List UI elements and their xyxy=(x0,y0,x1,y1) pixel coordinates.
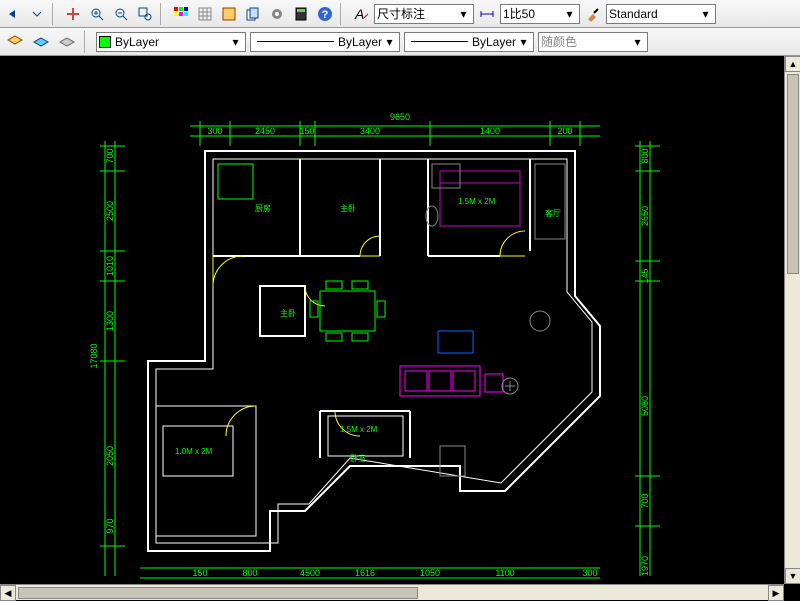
grid-icon[interactable] xyxy=(194,3,216,25)
scale-dropdown[interactable]: 1比50 ▾ xyxy=(500,4,580,24)
svg-text:主卧: 主卧 xyxy=(340,203,356,213)
lineweight-label: ByLayer xyxy=(472,35,516,49)
svg-text:客厅: 客厅 xyxy=(545,208,561,218)
dim-style-dropdown[interactable]: 尺寸标注 ▾ xyxy=(374,4,474,24)
svg-text:1.5M x 2M: 1.5M x 2M xyxy=(340,425,378,434)
layer-toolbar: ByLayer ▾ ByLayer ▾ ByLayer ▾ 随颜色 ▾ xyxy=(0,28,800,56)
svg-text:4500: 4500 xyxy=(300,568,320,578)
zoom-window-icon[interactable] xyxy=(134,3,156,25)
floorplan-svg: 9650 300 2450 150 3400 1400 200 150 800 … xyxy=(0,56,784,584)
svg-text:300: 300 xyxy=(207,126,222,136)
svg-text:2500: 2500 xyxy=(105,201,115,221)
layer-freeze-icon[interactable] xyxy=(30,31,52,53)
scroll-up-icon[interactable]: ▲ xyxy=(785,56,800,72)
linestyle-dropdown[interactable]: Standard ▾ xyxy=(606,4,716,24)
chevron-down-icon: ▾ xyxy=(698,7,713,21)
svg-text:厨房: 厨房 xyxy=(255,203,271,213)
color-swatch xyxy=(99,36,111,48)
svg-text:9650: 9650 xyxy=(390,112,410,122)
svg-text:700: 700 xyxy=(640,493,650,508)
palette-icon[interactable] xyxy=(170,3,192,25)
pan-icon[interactable] xyxy=(62,3,84,25)
chevron-down-icon: ▾ xyxy=(562,7,577,21)
horizontal-scrollbar[interactable]: ◀ ▶ xyxy=(0,584,784,600)
scroll-left-icon[interactable]: ◀ xyxy=(0,585,16,601)
svg-text:200: 200 xyxy=(557,126,572,136)
svg-text:A: A xyxy=(354,6,364,22)
undo-icon[interactable] xyxy=(2,3,24,25)
scroll-thumb[interactable] xyxy=(18,587,418,599)
svg-text:800: 800 xyxy=(640,148,650,163)
zoom-out-icon[interactable] xyxy=(110,3,132,25)
separator xyxy=(84,31,90,53)
chevron-down-icon: ▾ xyxy=(382,35,397,49)
layer-icon[interactable] xyxy=(4,31,26,53)
svg-text:150: 150 xyxy=(299,126,314,136)
calculator-icon[interactable] xyxy=(290,3,312,25)
svg-text:1400: 1400 xyxy=(480,126,500,136)
line-sample xyxy=(411,41,468,42)
svg-text:2450: 2450 xyxy=(255,126,275,136)
svg-text:1010: 1010 xyxy=(105,256,115,276)
linetype-label: ByLayer xyxy=(338,35,382,49)
linetype-dropdown[interactable]: ByLayer ▾ xyxy=(250,32,400,52)
scale-label: 1比50 xyxy=(503,5,535,22)
separator xyxy=(340,3,346,25)
svg-text:3400: 3400 xyxy=(360,126,380,136)
svg-text:主卧: 主卧 xyxy=(280,308,296,318)
svg-text:700: 700 xyxy=(105,148,115,163)
svg-text:2650: 2650 xyxy=(640,206,650,226)
scroll-thumb[interactable] xyxy=(787,74,799,274)
vertical-scrollbar[interactable]: ▲ ▼ xyxy=(784,56,800,584)
plot-color-label: 随颜色 xyxy=(541,33,577,50)
layer-color-dropdown[interactable]: ByLayer ▾ xyxy=(96,32,246,52)
svg-text:1050: 1050 xyxy=(420,568,440,578)
layer-off-icon[interactable] xyxy=(56,31,78,53)
chevron-down-icon: ▾ xyxy=(228,35,243,49)
chevron-down-icon: ▾ xyxy=(516,35,531,49)
svg-text:1970: 1970 xyxy=(640,556,650,576)
svg-text:1100: 1100 xyxy=(495,568,514,578)
redo-dropdown-icon[interactable] xyxy=(26,3,48,25)
properties-icon[interactable] xyxy=(218,3,240,25)
separator xyxy=(160,3,166,25)
scroll-right-icon[interactable]: ▶ xyxy=(768,585,784,601)
separator xyxy=(52,3,58,25)
svg-text:1616: 1616 xyxy=(355,568,375,578)
svg-text:150: 150 xyxy=(192,568,207,578)
svg-text:卧室: 卧室 xyxy=(350,453,366,463)
line-sample xyxy=(257,41,334,42)
lineweight-dropdown[interactable]: ByLayer ▾ xyxy=(404,32,534,52)
scroll-down-icon[interactable]: ▼ xyxy=(785,568,800,584)
svg-text:300: 300 xyxy=(582,568,597,578)
svg-text:2050: 2050 xyxy=(105,446,115,466)
dim-style-label: 尺寸标注 xyxy=(377,5,425,22)
copy-icon[interactable] xyxy=(242,3,264,25)
svg-text:970: 970 xyxy=(105,518,115,533)
dim-style-icon[interactable] xyxy=(476,3,498,25)
chevron-down-icon: ▾ xyxy=(630,35,645,49)
layer-label: ByLayer xyxy=(115,35,159,49)
linestyle-label: Standard xyxy=(609,7,658,21)
chevron-down-icon: ▾ xyxy=(456,7,471,21)
settings-icon[interactable] xyxy=(266,3,288,25)
plot-color-dropdown[interactable]: 随颜色 ▾ xyxy=(538,32,648,52)
text-style-icon[interactable]: A xyxy=(350,3,372,25)
paintbrush-icon[interactable] xyxy=(582,3,604,25)
svg-text:5080: 5080 xyxy=(640,396,650,416)
svg-text:800: 800 xyxy=(242,568,257,578)
main-toolbar: ? A 尺寸标注 ▾ 1比50 ▾ Standard ▾ xyxy=(0,0,800,28)
svg-text:1300: 1300 xyxy=(105,311,115,331)
zoom-in-icon[interactable] xyxy=(86,3,108,25)
svg-text:145: 145 xyxy=(640,268,650,283)
svg-text:1.5M x 2M: 1.5M x 2M xyxy=(458,197,496,206)
svg-text:1.0M x 2M: 1.0M x 2M xyxy=(175,447,213,456)
svg-text:17080: 17080 xyxy=(89,343,99,368)
drawing-canvas[interactable]: 9650 300 2450 150 3400 1400 200 150 800 … xyxy=(0,56,800,600)
svg-text:?: ? xyxy=(322,9,329,21)
help-icon[interactable]: ? xyxy=(314,3,336,25)
